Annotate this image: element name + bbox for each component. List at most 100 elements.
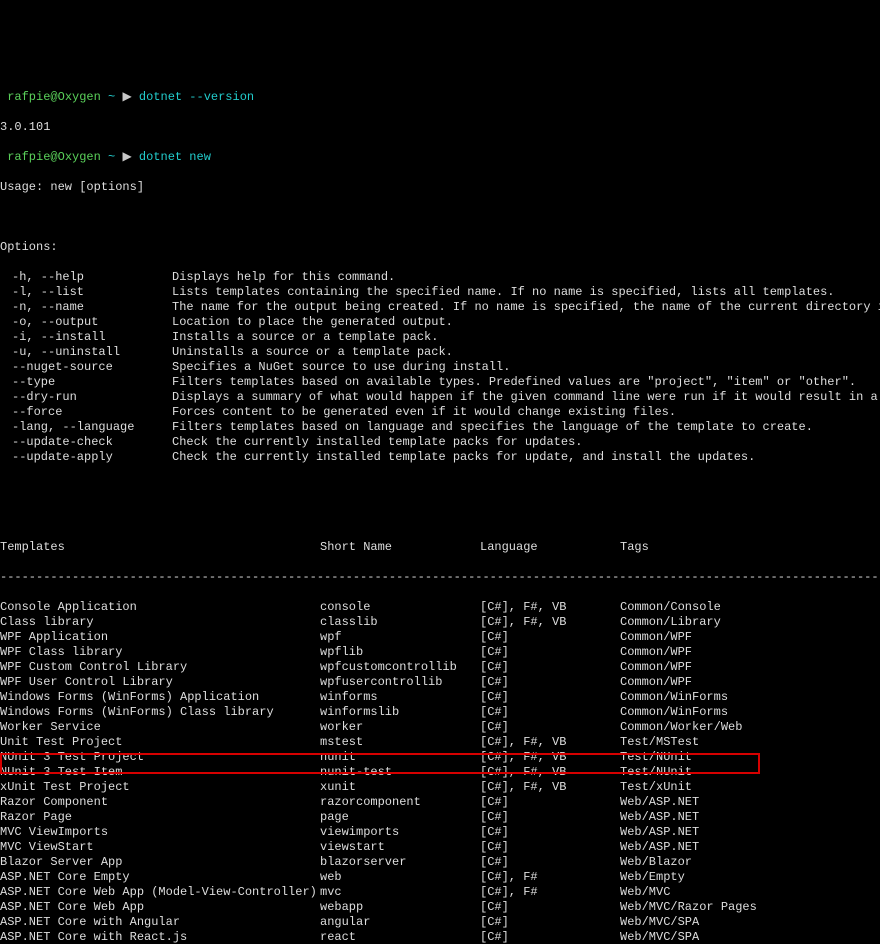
templates-header-row: TemplatesShort NameLanguageTags bbox=[0, 540, 880, 555]
template-cell: angular bbox=[320, 915, 480, 930]
prompt-dir: ~ bbox=[108, 90, 115, 104]
template-cell: Class library bbox=[0, 615, 320, 630]
template-cell: classlib bbox=[320, 615, 480, 630]
template-cell: Common/WPF bbox=[620, 660, 692, 675]
template-cell: Common/Library bbox=[620, 615, 721, 630]
template-cell: [C#] bbox=[480, 705, 620, 720]
prompt-dir: ~ bbox=[108, 150, 115, 164]
template-cell: Common/WPF bbox=[620, 630, 692, 645]
template-row: Class libraryclasslib[C#], F#, VBCommon/… bbox=[0, 615, 880, 630]
template-cell: viewimports bbox=[320, 825, 480, 840]
template-row: WPF Class librarywpflib[C#]Common/WPF bbox=[0, 645, 880, 660]
cmd-text: dotnet --version bbox=[139, 90, 254, 104]
option-desc: The name for the output being created. I… bbox=[172, 300, 880, 315]
template-cell: Common/WinForms bbox=[620, 705, 728, 720]
template-cell: [C#], F#, VB bbox=[480, 780, 620, 795]
template-cell: [C#], F#, VB bbox=[480, 735, 620, 750]
template-cell: viewstart bbox=[320, 840, 480, 855]
template-row: ASP.NET Core Web Appwebapp[C#]Web/MVC/Ra… bbox=[0, 900, 880, 915]
option-desc: Installs a source or a template pack. bbox=[172, 330, 438, 345]
prompt-line-2: rafpie@Oxygen ~ ▶ dotnet new bbox=[0, 150, 880, 165]
template-cell: [C#] bbox=[480, 930, 620, 944]
cmd-text: dotnet new bbox=[139, 150, 211, 164]
template-cell: web bbox=[320, 870, 480, 885]
template-cell: [C#] bbox=[480, 825, 620, 840]
template-row: xUnit Test Projectxunit[C#], F#, VBTest/… bbox=[0, 780, 880, 795]
template-cell: [C#] bbox=[480, 915, 620, 930]
template-cell: Common/Console bbox=[620, 600, 721, 615]
template-cell: [C#] bbox=[480, 660, 620, 675]
template-row: ASP.NET Core Web App (Model-View-Control… bbox=[0, 885, 880, 900]
template-row: Unit Test Projectmstest[C#], F#, VBTest/… bbox=[0, 735, 880, 750]
option-flag: -h, --help bbox=[0, 270, 172, 285]
templates-table: Console Applicationconsole[C#], F#, VBCo… bbox=[0, 600, 880, 944]
option-row: -i, --installInstalls a source or a temp… bbox=[0, 330, 880, 345]
option-row: --typeFilters templates based on availab… bbox=[0, 375, 880, 390]
option-row: -n, --nameThe name for the output being … bbox=[0, 300, 880, 315]
option-row: -u, --uninstallUninstalls a source or a … bbox=[0, 345, 880, 360]
options-header: Options: bbox=[0, 240, 880, 255]
option-desc: Lists templates containing the specified… bbox=[172, 285, 835, 300]
template-row: Windows Forms (WinForms) Class librarywi… bbox=[0, 705, 880, 720]
template-cell: [C#] bbox=[480, 645, 620, 660]
template-cell: Common/WPF bbox=[620, 675, 692, 690]
template-cell: [C#] bbox=[480, 720, 620, 735]
template-cell: Web/ASP.NET bbox=[620, 795, 699, 810]
option-row: -l, --listLists templates containing the… bbox=[0, 285, 880, 300]
template-cell: ASP.NET Core with Angular bbox=[0, 915, 320, 930]
option-row: --update-applyCheck the currently instal… bbox=[0, 450, 880, 465]
option-row: -o, --outputLocation to place the genera… bbox=[0, 315, 880, 330]
terminal-window[interactable]: { "prompts":[ {"user":"rafpie","host":"O… bbox=[0, 30, 880, 884]
template-cell: wpfusercontrollib bbox=[320, 675, 480, 690]
template-cell: blazorserver bbox=[320, 855, 480, 870]
template-cell: react bbox=[320, 930, 480, 944]
template-cell: WPF Custom Control Library bbox=[0, 660, 320, 675]
template-cell: Common/Worker/Web bbox=[620, 720, 742, 735]
template-cell: nunit-test bbox=[320, 765, 480, 780]
template-cell: Windows Forms (WinForms) Class library bbox=[0, 705, 320, 720]
template-row: Console Applicationconsole[C#], F#, VBCo… bbox=[0, 600, 880, 615]
option-flag: --dry-run bbox=[0, 390, 172, 405]
template-cell: NUnit 3 Test Item bbox=[0, 765, 320, 780]
option-flag: --update-check bbox=[0, 435, 172, 450]
template-cell: Razor Component bbox=[0, 795, 320, 810]
template-cell: ASP.NET Core Empty bbox=[0, 870, 320, 885]
template-row: MVC ViewStartviewstart[C#]Web/ASP.NET bbox=[0, 840, 880, 855]
option-desc: Check the currently installed template p… bbox=[172, 435, 582, 450]
template-cell: WPF Class library bbox=[0, 645, 320, 660]
col-templates: Templates bbox=[0, 540, 320, 555]
col-shortname: Short Name bbox=[320, 540, 480, 555]
option-row: --dry-runDisplays a summary of what woul… bbox=[0, 390, 880, 405]
template-cell: [C#] bbox=[480, 675, 620, 690]
template-cell: razorcomponent bbox=[320, 795, 480, 810]
template-cell: Worker Service bbox=[0, 720, 320, 735]
template-cell: [C#], F# bbox=[480, 870, 620, 885]
option-desc: Uninstalls a source or a template pack. bbox=[172, 345, 453, 360]
template-cell: [C#], F# bbox=[480, 885, 620, 900]
template-cell: wpflib bbox=[320, 645, 480, 660]
template-cell: [C#] bbox=[480, 810, 620, 825]
option-row: --forceForces content to be generated ev… bbox=[0, 405, 880, 420]
template-cell: NUnit 3 Test Project bbox=[0, 750, 320, 765]
template-row: NUnit 3 Test Projectnunit[C#], F#, VBTes… bbox=[0, 750, 880, 765]
template-cell: Web/MVC/SPA bbox=[620, 915, 699, 930]
template-cell: winformslib bbox=[320, 705, 480, 720]
template-cell: Common/WPF bbox=[620, 645, 692, 660]
template-row: WPF Custom Control Librarywpfcustomcontr… bbox=[0, 660, 880, 675]
template-cell: Test/NUnit bbox=[620, 765, 692, 780]
template-row: Windows Forms (WinForms) Applicationwinf… bbox=[0, 690, 880, 705]
template-cell: WPF User Control Library bbox=[0, 675, 320, 690]
template-cell: worker bbox=[320, 720, 480, 735]
option-desc: Specifies a NuGet source to use during i… bbox=[172, 360, 510, 375]
template-cell: ASP.NET Core Web App bbox=[0, 900, 320, 915]
option-desc: Displays a summary of what would happen … bbox=[172, 390, 880, 405]
template-cell: page bbox=[320, 810, 480, 825]
template-cell: Web/Empty bbox=[620, 870, 685, 885]
template-cell: Unit Test Project bbox=[0, 735, 320, 750]
template-row: WPF Applicationwpf[C#]Common/WPF bbox=[0, 630, 880, 645]
template-cell: winforms bbox=[320, 690, 480, 705]
template-row: Worker Serviceworker[C#]Common/Worker/We… bbox=[0, 720, 880, 735]
template-cell: xunit bbox=[320, 780, 480, 795]
template-row: ASP.NET Core Emptyweb[C#], F#Web/Empty bbox=[0, 870, 880, 885]
template-cell: Test/NUnit bbox=[620, 750, 692, 765]
